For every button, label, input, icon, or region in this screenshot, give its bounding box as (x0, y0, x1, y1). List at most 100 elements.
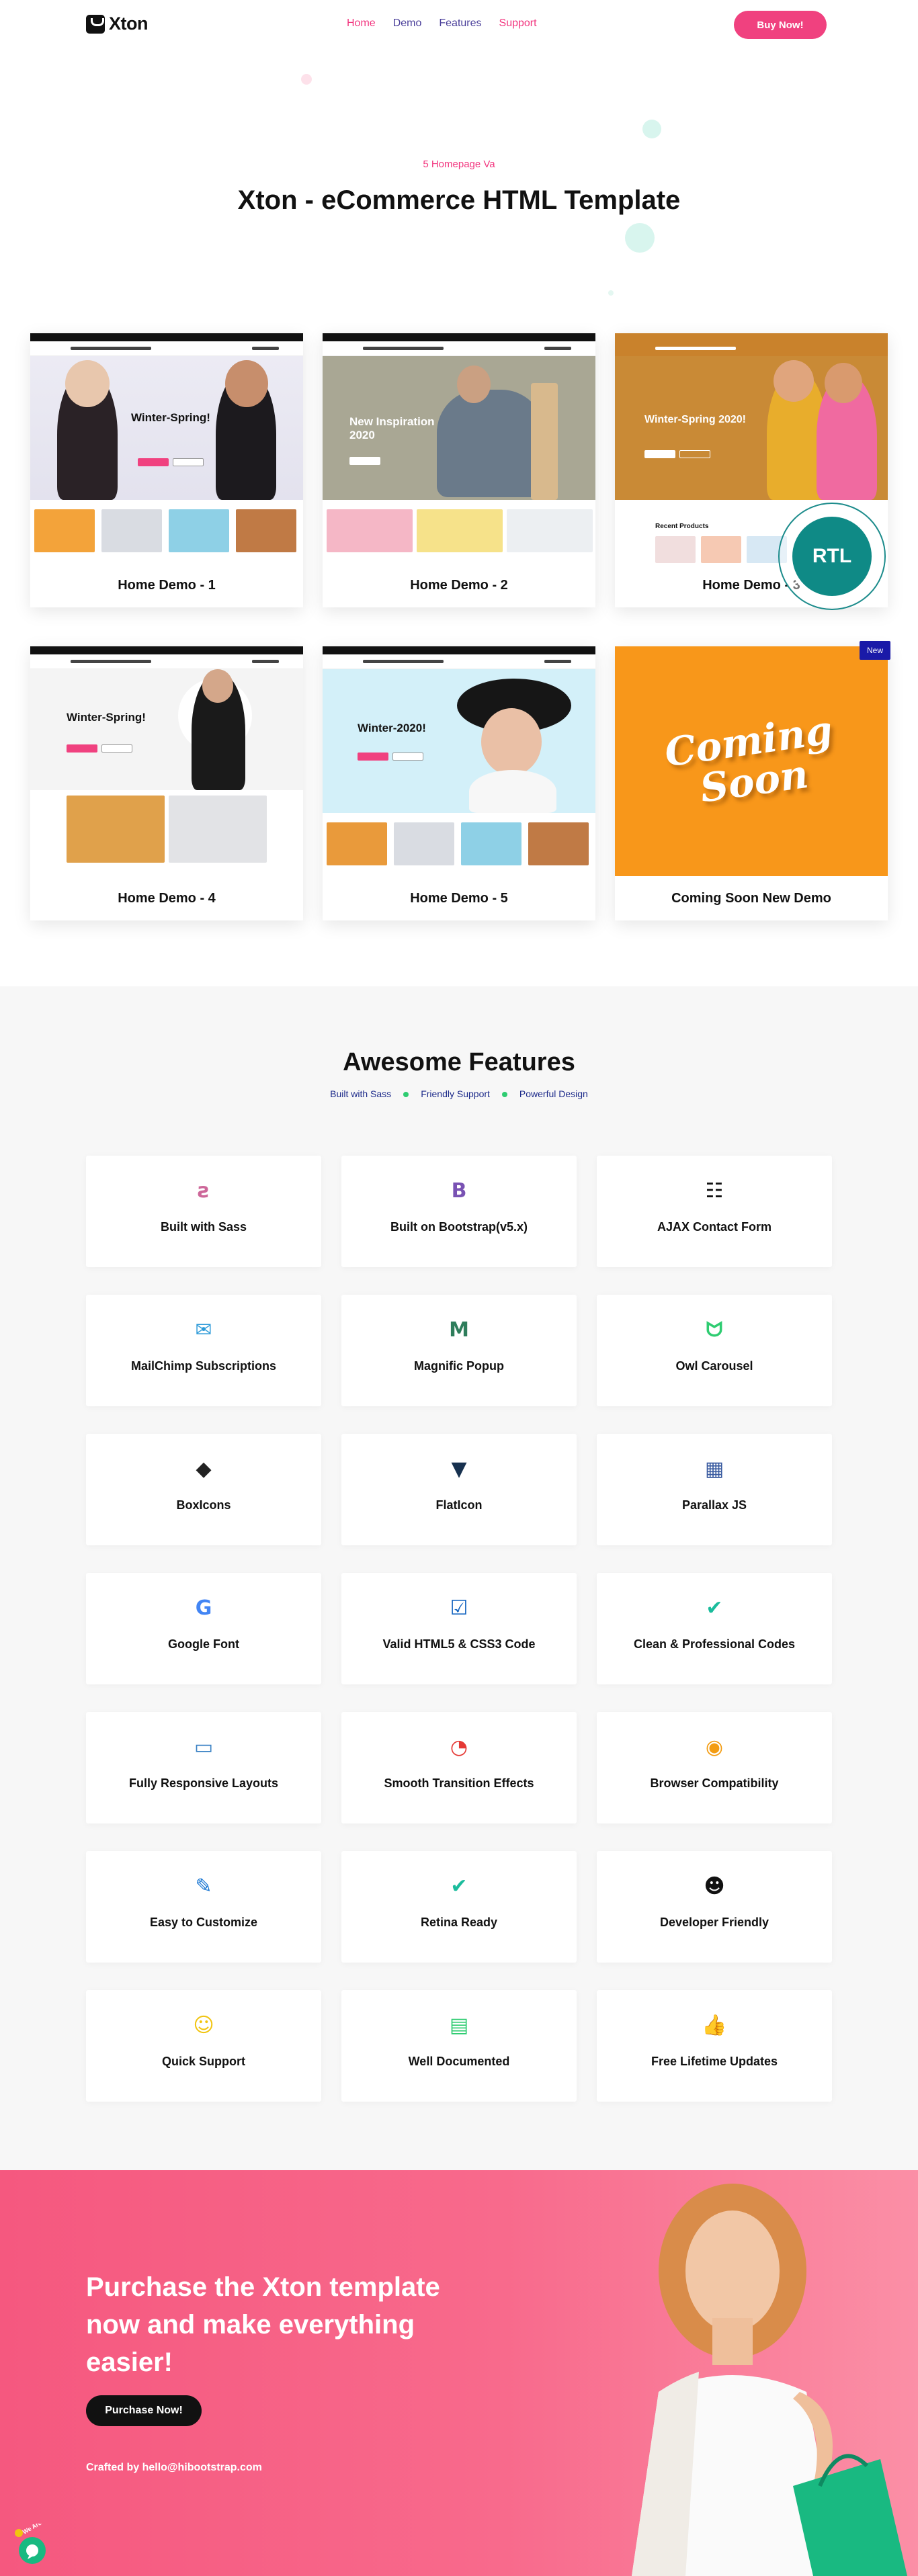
nav-support[interactable]: Support (499, 17, 537, 30)
feature-label: Owl Carousel (675, 1359, 753, 1373)
feature-card: ☻ Developer Friendly (597, 1851, 832, 1963)
feature-label: Google Font (168, 1637, 239, 1651)
banner-text: Winter-2020! (358, 722, 426, 734)
purchase-now-button[interactable]: Purchase Now! (86, 2395, 202, 2426)
retina-icon: ✔ (450, 1874, 468, 1898)
feature-label: BoxIcons (176, 1498, 231, 1512)
banner-text: Winter-Spring! (67, 711, 146, 724)
demo-card-coming-soon[interactable]: Coming Soon Coming Soon New Demo (615, 646, 888, 920)
feature-card: ☑ Valid HTML5 & CSS3 Code (341, 1573, 577, 1684)
features-title: Awesome Features (343, 1048, 575, 1076)
owl-icon: ᗢ (706, 1318, 723, 1342)
site-header: Xton Home Demo Features Support Buy Now! (0, 0, 918, 50)
logo[interactable]: Xton (86, 13, 149, 34)
cta-credit: Crafted by hello@hibootstrap.com (86, 2462, 262, 2473)
developer-icon: ☻ (704, 1874, 725, 1898)
feature-card: ᗢ Owl Carousel (597, 1295, 832, 1406)
feature-label: Fully Responsive Layouts (128, 1776, 279, 1790)
model-photo (632, 2184, 907, 2576)
demo-screenshot: Winter-Spring! (30, 646, 303, 876)
logo-text: Xton (109, 13, 149, 34)
feature-label: Clean & Professional Codes (633, 1637, 796, 1651)
cta-title: Purchase the Xton template now and make … (86, 2272, 440, 2377)
feature-card: ▭ Fully Responsive Layouts (86, 1712, 321, 1823)
feature-label: MailChimp Subscriptions (130, 1359, 277, 1373)
buy-now-button[interactable]: Buy Now! (734, 11, 827, 39)
feature-card: ✔ Clean & Professional Codes (597, 1573, 832, 1684)
demo-card-2[interactable]: New Inspiration 2020 Home Demo - 2 (323, 333, 595, 607)
decor-dot (608, 290, 614, 296)
magnific-popup-icon: M (449, 1318, 469, 1342)
demo-screenshot: Winter-Spring! (30, 333, 303, 563)
feature-card: ◉ Browser Compatibility (597, 1712, 832, 1823)
devices-icon: ▭ (194, 1735, 214, 1759)
coming-soon-text: Coming Soon (661, 707, 835, 812)
recent-products-label: Recent Products (655, 523, 709, 530)
feature-label: Built with Sass (160, 1220, 247, 1234)
feature-label: Valid HTML5 & CSS3 Code (382, 1637, 536, 1651)
hero-subtitle: 5 Homepage Va (423, 159, 495, 170)
feature-label: Built on Bootstrap(v5.x) (390, 1220, 528, 1234)
feature-card: M Magnific Popup (341, 1295, 577, 1406)
feature-label: Parallax JS (681, 1498, 747, 1512)
feature-label: Well Documented (408, 2055, 510, 2068)
chat-label: We Are Here! (22, 2524, 52, 2536)
new-badge: New (860, 641, 890, 660)
document-icon: ▤ (449, 2013, 469, 2037)
google-icon: G (195, 1596, 212, 1620)
banner-text: Winter-Spring 2020! (644, 414, 746, 425)
decor-dot (642, 120, 661, 138)
nav-features[interactable]: Features (439, 17, 481, 30)
decor-dot (625, 223, 655, 253)
feature-label: Browser Compatibility (650, 1776, 779, 1790)
feature-card: ▤ Well Documented (341, 1990, 577, 2102)
feature-label: FlatIcon (435, 1498, 483, 1512)
wrench-icon: ✎ (195, 1874, 212, 1898)
feature-label: Retina Ready (420, 1916, 498, 1929)
feature-card: ▦ Parallax JS (597, 1434, 832, 1545)
feature-card: ✉ MailChimp Subscriptions (86, 1295, 321, 1406)
bootstrap-icon: B (451, 1178, 467, 1203)
chat-widget-icon[interactable]: We Are Here! (9, 2524, 52, 2567)
tag-separator-dot (501, 1092, 507, 1097)
demo-card-4[interactable]: Winter-Spring! Home Demo - 4 (30, 646, 303, 920)
feature-card: ◆ BoxIcons (86, 1434, 321, 1545)
hero-section: 5 Homepage Va Xton - eCommerce HTML Temp… (0, 50, 918, 318)
feature-card: ◔ Smooth Transition Effects (341, 1712, 577, 1823)
parallax-icon: ▦ (704, 1457, 724, 1481)
cta-section: Purchase the Xton template now and make … (0, 2170, 918, 2576)
feature-label: Quick Support (161, 2055, 245, 2068)
demo-card-1[interactable]: Winter-Spring! Home Demo - 1 (30, 333, 303, 607)
features-section: Awesome Features Built with Sass Friendl… (0, 986, 918, 2170)
nav-demo[interactable]: Demo (393, 17, 422, 30)
support-icon: ☺ (193, 2013, 214, 2037)
rtl-badge-text: RTL (788, 513, 876, 600)
demo-label: Home Demo - 1 (118, 577, 216, 593)
feature-label: Easy to Customize (149, 1916, 258, 1929)
features-tags: Built with Sass Friendly Support Powerfu… (0, 1088, 918, 1099)
feature-card: ▼ FlatIcon (341, 1434, 577, 1545)
feature-card: ☺ Quick Support (86, 1990, 321, 2102)
transition-icon: ◔ (450, 1735, 468, 1759)
feature-label: AJAX Contact Form (657, 1220, 771, 1234)
check-circle-icon: ✔ (706, 1596, 723, 1620)
feature-card: G Google Font (86, 1573, 321, 1684)
mailchimp-icon: ✉ (195, 1318, 212, 1342)
tag-separator-dot (403, 1092, 409, 1097)
demo-label: Home Demo - 5 (410, 890, 508, 906)
feature-tag: Built with Sass (330, 1088, 392, 1099)
feature-card: ✎ Easy to Customize (86, 1851, 321, 1963)
feature-card: 👍 Free Lifetime Updates (597, 1990, 832, 2102)
demo-card-5[interactable]: Winter-2020! Home Demo - 5 (323, 646, 595, 920)
nav-home[interactable]: Home (347, 17, 376, 30)
feature-card: B Built on Bootstrap(v5.x) (341, 1156, 577, 1267)
hero-title: Xton - eCommerce HTML Template (237, 185, 681, 215)
rtl-badge: RTL (778, 503, 886, 610)
sass-icon: ƨ (198, 1178, 210, 1203)
feature-tag: Friendly Support (421, 1088, 490, 1099)
feature-label: Magnific Popup (414, 1359, 504, 1373)
main-nav: Home Demo Features Support (347, 17, 537, 30)
checkbox-icon: ☑ (450, 1596, 468, 1620)
shopping-bag-icon (86, 14, 105, 34)
decor-dot (301, 74, 312, 85)
